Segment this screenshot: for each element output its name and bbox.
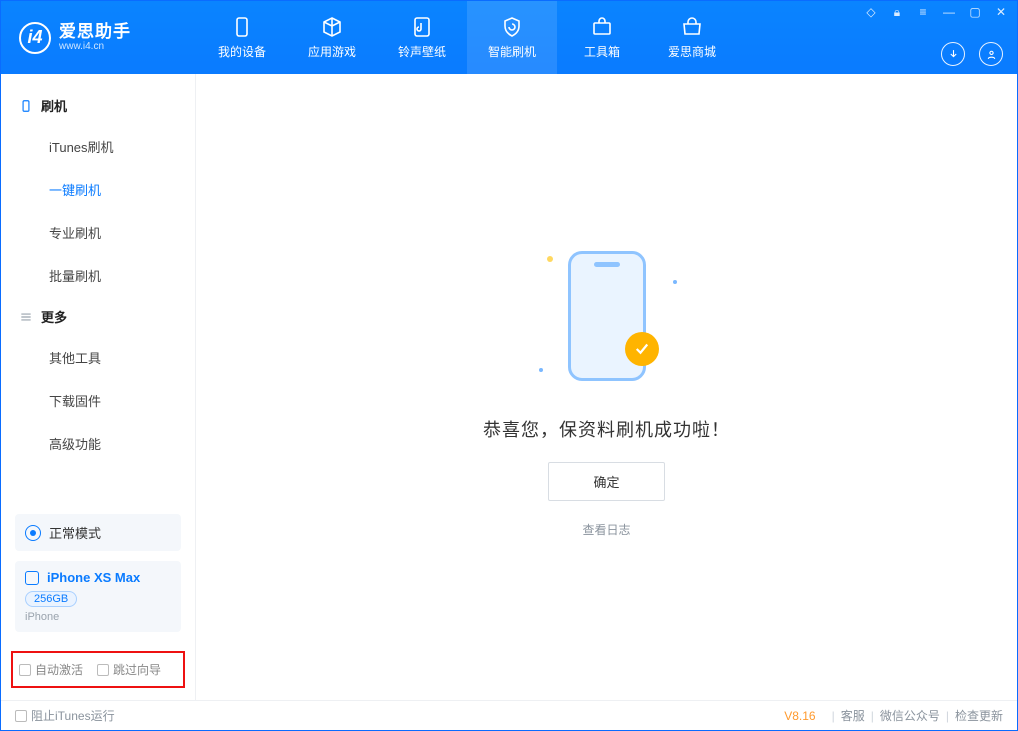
- sidebar-item-batch-flash[interactable]: 批量刷机: [1, 254, 195, 297]
- list-icon: [19, 310, 33, 324]
- logo-icon: i4: [19, 22, 51, 54]
- nav-my-device[interactable]: 我的设备: [197, 1, 287, 74]
- phone-icon: [25, 571, 39, 585]
- nav-toolbox[interactable]: 工具箱: [557, 1, 647, 74]
- sidebar-item-download-firmware[interactable]: 下载固件: [1, 379, 195, 422]
- lock-icon[interactable]: 🔒︎: [889, 5, 905, 20]
- success-panel: 恭喜您，保资料刷机成功啦！ 确定 查看日志: [483, 236, 730, 538]
- sidebar-item-other-tools[interactable]: 其他工具: [1, 336, 195, 379]
- sparkle-icon: [673, 280, 677, 284]
- sidebar-item-advanced[interactable]: 高级功能: [1, 422, 195, 465]
- checkmark-badge-icon: [625, 332, 659, 366]
- device-panel: 正常模式 iPhone XS Max 256GB iPhone: [1, 504, 195, 642]
- minimize-button[interactable]: —: [941, 5, 957, 20]
- sidebar-options: 自动激活 跳过向导: [1, 642, 195, 700]
- success-illustration: [527, 236, 687, 396]
- mode-indicator-icon: [25, 525, 41, 541]
- shield-refresh-icon: [500, 15, 524, 39]
- download-button[interactable]: [941, 42, 965, 66]
- highlighted-options: 自动激活 跳过向导: [11, 651, 185, 688]
- music-file-icon: [410, 15, 434, 39]
- maximize-button[interactable]: ▢: [967, 5, 983, 20]
- footer-link-support[interactable]: 客服: [841, 707, 865, 724]
- sidebar-item-oneclick-flash[interactable]: 一键刷机: [1, 168, 195, 211]
- statusbar: 阻止iTunes运行 V8.16 | 客服 | 微信公众号 | 检查更新: [1, 700, 1017, 730]
- sparkle-icon: [547, 256, 553, 262]
- app-name: 爱思助手: [59, 23, 131, 42]
- checkbox-block-itunes[interactable]: 阻止iTunes运行: [15, 707, 115, 724]
- view-log-link[interactable]: 查看日志: [582, 521, 630, 538]
- sidebar-item-itunes-flash[interactable]: iTunes刷机: [1, 125, 195, 168]
- user-button[interactable]: [979, 42, 1003, 66]
- device-capacity: 256GB: [25, 591, 77, 607]
- checkbox-skip-guide[interactable]: 跳过向导: [97, 661, 161, 678]
- sparkle-icon: [539, 368, 543, 372]
- titlebar-actions: [941, 42, 1003, 66]
- nav-ringtones[interactable]: 铃声壁纸: [377, 1, 467, 74]
- nav-flash[interactable]: 智能刷机: [467, 1, 557, 74]
- sidebar-group-flash: 刷机: [1, 86, 195, 125]
- success-message: 恭喜您，保资料刷机成功啦！: [483, 416, 730, 442]
- device-name: iPhone XS Max: [47, 570, 140, 585]
- titlebar: i4 爱思助手 www.i4.cn 我的设备 应用游戏 铃声壁纸 智能刷机: [1, 1, 1017, 74]
- body: 刷机 iTunes刷机 一键刷机 专业刷机 批量刷机 更多 其他工具 下载固件 …: [1, 74, 1017, 700]
- toolbox-icon: [590, 15, 614, 39]
- device-outline-icon: [19, 99, 33, 113]
- app-window: i4 爱思助手 www.i4.cn 我的设备 应用游戏 铃声壁纸 智能刷机: [0, 0, 1018, 731]
- main-content: 恭喜您，保资料刷机成功啦！ 确定 查看日志: [196, 74, 1017, 700]
- nav-apps[interactable]: 应用游戏: [287, 1, 377, 74]
- device-type: iPhone: [25, 611, 171, 623]
- confirm-button[interactable]: 确定: [548, 462, 664, 501]
- logo: i4 爱思助手 www.i4.cn: [1, 1, 197, 74]
- store-icon: [680, 15, 704, 39]
- footer-link-update[interactable]: 检查更新: [955, 707, 1003, 724]
- device-card[interactable]: iPhone XS Max 256GB iPhone: [15, 561, 181, 632]
- close-button[interactable]: ✕: [993, 5, 1009, 20]
- cube-icon: [320, 15, 344, 39]
- sidebar: 刷机 iTunes刷机 一键刷机 专业刷机 批量刷机 更多 其他工具 下载固件 …: [1, 74, 196, 700]
- app-url: www.i4.cn: [59, 41, 131, 52]
- tshirt-icon[interactable]: ◇: [863, 5, 879, 20]
- checkbox-auto-activate[interactable]: 自动激活: [19, 661, 83, 678]
- nav-store[interactable]: 爱思商城: [647, 1, 737, 74]
- window-controls: ◇ 🔒︎ ≡ — ▢ ✕: [863, 5, 1009, 20]
- device-mode[interactable]: 正常模式: [15, 514, 181, 551]
- menu-icon[interactable]: ≡: [915, 5, 931, 20]
- version-label: V8.16: [784, 709, 815, 723]
- device-icon: [230, 15, 254, 39]
- sidebar-group-more: 更多: [1, 297, 195, 336]
- footer-link-wechat[interactable]: 微信公众号: [880, 707, 940, 724]
- sidebar-item-pro-flash[interactable]: 专业刷机: [1, 211, 195, 254]
